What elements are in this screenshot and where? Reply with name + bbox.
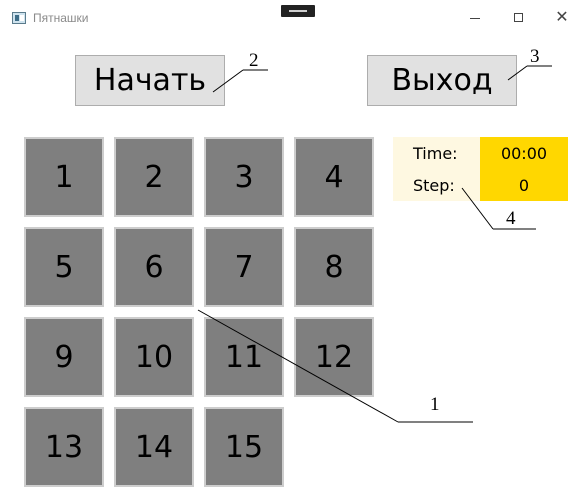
callout-number-2: 2 [249,50,259,71]
tile-15[interactable]: 15 [204,407,284,487]
tile-5[interactable]: 5 [24,227,104,307]
callout-number-4: 4 [506,208,516,229]
step-value: 0 [480,169,568,201]
tile-6[interactable]: 6 [114,227,194,307]
tile-10[interactable]: 10 [114,317,194,397]
tile-1[interactable]: 1 [24,137,104,217]
callout-number-1: 1 [430,394,440,415]
tile-2[interactable]: 2 [114,137,194,217]
tile-11[interactable]: 11 [204,317,284,397]
tile-13[interactable]: 13 [24,407,104,487]
exit-button[interactable]: Выход [367,55,517,106]
title-bar: Пятнашки ✕ [0,0,577,36]
tile-12[interactable]: 12 [294,317,374,397]
time-label: Time: [393,137,480,169]
tile-8[interactable]: 8 [294,227,374,307]
time-value: 00:00 [480,137,568,169]
tile-9[interactable]: 9 [24,317,104,397]
tile-3[interactable]: 3 [204,137,284,217]
tile-7[interactable]: 7 [204,227,284,307]
tile-14[interactable]: 14 [114,407,194,487]
start-button[interactable]: Начать [75,55,225,106]
snap-handle-icon[interactable] [281,5,315,17]
app-icon [12,12,26,24]
maximize-button[interactable] [504,6,534,30]
callout-number-3: 3 [530,46,540,67]
close-button[interactable]: ✕ [547,6,577,30]
step-label: Step: [393,169,480,201]
tile-4[interactable]: 4 [294,137,374,217]
window-title: Пятнашки [33,11,89,25]
minimize-button[interactable] [460,6,490,30]
